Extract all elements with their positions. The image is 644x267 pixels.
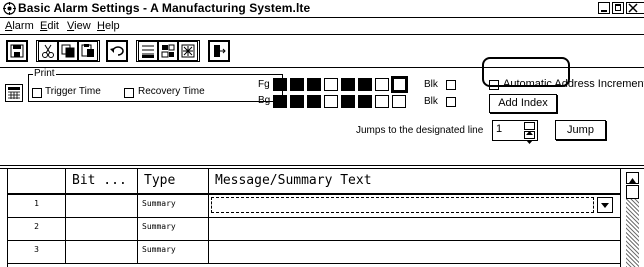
highlight-outline [482,57,570,87]
fg-swatch[interactable] [375,78,389,91]
spin-down-button[interactable] [524,131,535,144]
fg-label: Fg [258,79,270,90]
jump-label: Jumps to the designated line [356,125,484,136]
table-row[interactable]: 1 Summary [8,195,620,218]
window-title: Basic Alarm Settings - A Manufacturing S… [18,1,311,15]
insert-row-icon[interactable] [138,41,158,61]
app-icon [3,2,16,15]
print-group-label: Print [33,68,56,79]
close-icon [628,3,638,13]
style-icon[interactable] [178,41,198,61]
type-cell[interactable]: Summary [138,241,209,263]
scroll-track[interactable] [626,199,639,267]
row-number: 3 [8,241,66,263]
fg-swatch[interactable] [307,78,321,91]
vertical-scrollbar[interactable] [620,169,644,267]
cut-icon[interactable] [38,41,58,61]
arrow-down-icon [526,140,533,144]
chevron-down-icon [601,203,609,208]
menu-help[interactable]: Help [97,20,120,32]
bg-blink-checkbox[interactable] [446,97,456,107]
row-number: 1 [8,195,66,217]
bg-swatch[interactable] [290,95,304,108]
toolbar [0,36,644,87]
scroll-up-button[interactable] [626,172,639,184]
bit-cell[interactable] [66,218,138,240]
bg-label: Bg [258,95,271,106]
bit-cell[interactable] [66,195,138,217]
message-dropdown-button[interactable] [597,197,613,213]
header-bit[interactable]: Bit ... [66,169,138,193]
menu-view[interactable]: View [67,20,91,32]
table-row[interactable]: 2 Summary [8,218,620,241]
menu-alarm[interactable]: Alarm [5,20,34,32]
trigger-time-checkbox[interactable] [32,88,42,98]
header-message[interactable]: Message/Summary Text [209,169,620,193]
jump-line-field[interactable]: 1 [492,120,538,144]
recovery-time-checkbox[interactable] [124,88,134,98]
spin-up-button[interactable] [524,122,535,135]
alarm-table: Bit ... Type Message/Summary Text 1 Summ… [0,168,644,267]
header-row-number[interactable] [8,169,66,193]
fg-swatch[interactable] [341,78,355,91]
bg-swatch[interactable] [273,95,287,108]
menu-bar: Alarm Edit View Help [0,18,644,35]
message-cell[interactable] [209,241,620,263]
bg-blink-label: Blk [424,96,438,107]
message-cell[interactable] [209,195,620,217]
add-index-button[interactable]: Add Index [489,94,557,113]
undo-icon[interactable] [107,41,127,61]
bg-swatch[interactable] [341,95,355,108]
bg-swatch[interactable] [375,95,389,108]
trigger-time-label: Trigger Time [45,86,101,97]
copy-icon[interactable] [58,41,78,61]
save-icon[interactable] [7,41,27,61]
fg-swatch[interactable] [358,78,372,91]
minimize-button[interactable] [598,2,610,14]
bg-swatch[interactable] [392,95,406,108]
fg-swatch[interactable] [290,78,304,91]
maximize-button[interactable] [612,2,624,14]
table-header: Bit ... Type Message/Summary Text [8,169,620,195]
open-icon[interactable] [209,41,229,61]
type-cell[interactable]: Summary [138,195,209,217]
type-cell[interactable]: Summary [138,218,209,240]
bit-cell[interactable] [66,241,138,263]
fg-swatch[interactable] [273,78,287,91]
close-button[interactable] [626,2,644,14]
recovery-time-label: Recovery Time [138,86,205,97]
alarm-style-icon[interactable] [5,84,23,102]
menu-edit[interactable]: Edit [40,20,59,32]
header-type[interactable]: Type [138,169,209,193]
jump-button[interactable]: Jump [555,120,606,140]
bg-swatch[interactable] [324,95,338,108]
fg-swatch-selected[interactable] [391,76,408,93]
bg-swatch[interactable] [358,95,372,108]
message-edit-field[interactable] [211,197,594,213]
fg-swatch[interactable] [324,78,338,91]
row-number: 2 [8,218,66,240]
table-row[interactable]: 3 Summary [8,241,620,264]
jump-line-value: 1 [496,123,503,135]
paste-icon[interactable] [78,41,98,61]
message-cell[interactable] [209,218,620,240]
fg-blink-label: Blk [424,79,438,90]
fg-blink-checkbox[interactable] [446,80,456,90]
scroll-thumb[interactable] [626,185,639,199]
title-bar: Basic Alarm Settings - A Manufacturing S… [0,0,644,18]
delete-row-icon[interactable] [158,41,178,61]
bg-swatch[interactable] [307,95,321,108]
